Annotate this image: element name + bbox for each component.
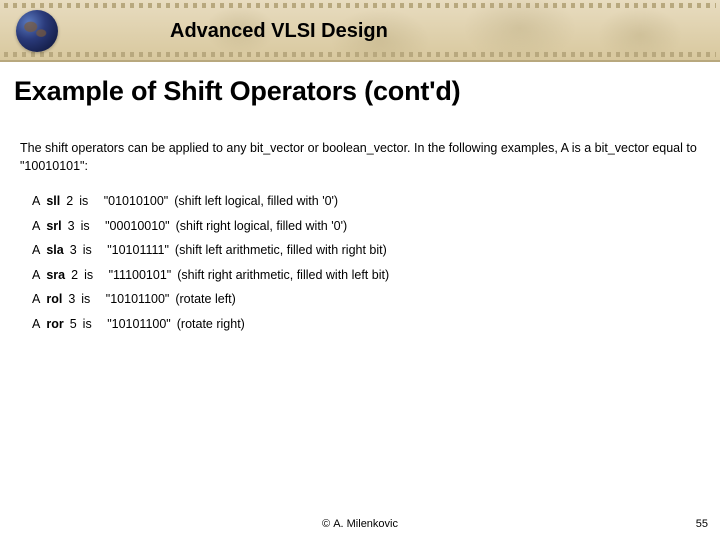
shift-amount: 3 [68, 291, 75, 309]
operand-a: A [20, 218, 40, 236]
slide-header: Advanced VLSI Design [0, 0, 720, 62]
example-row: A ror 5 is "10101100" (rotate right) [20, 316, 700, 334]
slide-title: Example of Shift Operators (cont'd) [14, 76, 720, 107]
course-title: Advanced VLSI Design [170, 20, 388, 43]
result-desc: (rotate left) [175, 291, 235, 309]
result-value: "01010100" [104, 193, 169, 211]
slide-content: The shift operators can be applied to an… [20, 140, 700, 333]
operator: sll [46, 193, 60, 211]
result-value: "10101100" [106, 291, 170, 309]
operator: rol [46, 291, 62, 309]
result-desc: (shift right arithmetic, filled with lef… [177, 267, 389, 285]
result-value: "11100101" [109, 267, 172, 285]
footer: © A. Milenkovic [0, 518, 720, 530]
shift-amount: 3 [68, 218, 75, 236]
intro-text: The shift operators can be applied to an… [20, 140, 700, 175]
shift-amount: 5 [70, 316, 77, 334]
example-row: A sll 2 is "01010100" (shift left logica… [20, 193, 700, 211]
result-desc: (rotate right) [177, 316, 245, 334]
operand-a: A [20, 267, 40, 285]
example-row: A rol 3 is "10101100" (rotate left) [20, 291, 700, 309]
example-row: A sla 3 is "10101111" (shift left arithm… [20, 242, 700, 260]
operand-a: A [20, 291, 40, 309]
copyright-symbol: © [322, 518, 330, 530]
shift-amount: 3 [70, 242, 77, 260]
operator: srl [46, 218, 61, 236]
result-desc: (shift left logical, filled with '0') [174, 193, 338, 211]
shift-amount: 2 [71, 267, 78, 285]
author: A. Milenkovic [333, 518, 398, 530]
operand-a: A [20, 316, 40, 334]
is-label: is [81, 291, 90, 309]
result-desc: (shift left arithmetic, filled with righ… [175, 242, 387, 260]
shift-amount: 2 [66, 193, 73, 211]
operand-a: A [20, 242, 40, 260]
globe-icon [16, 10, 58, 52]
header-dots-bottom [4, 52, 716, 57]
operator: sra [46, 267, 65, 285]
operand-a: A [20, 193, 40, 211]
header-dots-top [4, 3, 716, 8]
example-row: A sra 2 is "11100101" (shift right arith… [20, 267, 700, 285]
is-label: is [81, 218, 90, 236]
page-number: 55 [696, 518, 708, 530]
result-desc: (shift right logical, filled with '0') [176, 218, 348, 236]
result-value: "00010010" [105, 218, 170, 236]
is-label: is [84, 267, 93, 285]
is-label: is [79, 193, 88, 211]
operator: ror [46, 316, 63, 334]
result-value: "10101100" [107, 316, 171, 334]
is-label: is [83, 316, 92, 334]
examples-list: A sll 2 is "01010100" (shift left logica… [20, 193, 700, 333]
is-label: is [83, 242, 92, 260]
result-value: "10101111" [107, 242, 169, 260]
operator: sla [46, 242, 63, 260]
example-row: A srl 3 is "00010010" (shift right logic… [20, 218, 700, 236]
